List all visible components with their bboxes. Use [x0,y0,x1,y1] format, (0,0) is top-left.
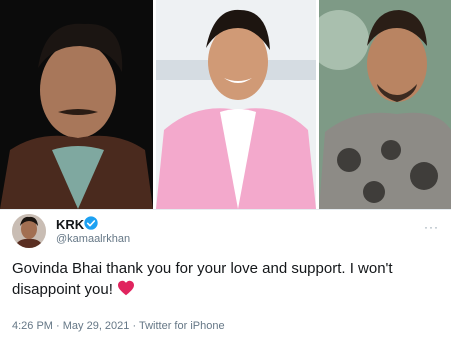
user-name[interactable]: KRK [56,217,84,232]
tweet-timestamp[interactable]: 4:26 PM · May 29, 2021 · Twitter for iPh… [12,320,225,332]
photo-krk [0,0,153,209]
heart-emoji-icon [117,280,134,296]
more-options-icon[interactable]: ··· [424,220,439,234]
avatar[interactable] [12,214,46,248]
photo-govinda [156,0,316,209]
photo-collage [0,0,451,209]
tweet-body: Govinda Bhai thank you for your love and… [12,260,393,298]
tweet-card[interactable]: KRK @kamaalrkhan ··· Govinda Bhai thank … [0,210,451,338]
avatar-image [12,214,46,248]
tweet-text: Govinda Bhai thank you for your love and… [12,258,442,300]
photo-salman [319,0,451,209]
salman-image [319,0,451,209]
user-handle[interactable]: @kamaalrkhan [56,233,130,245]
govinda-image [156,0,316,209]
krk-image [0,0,153,209]
verified-badge-icon [84,216,98,230]
